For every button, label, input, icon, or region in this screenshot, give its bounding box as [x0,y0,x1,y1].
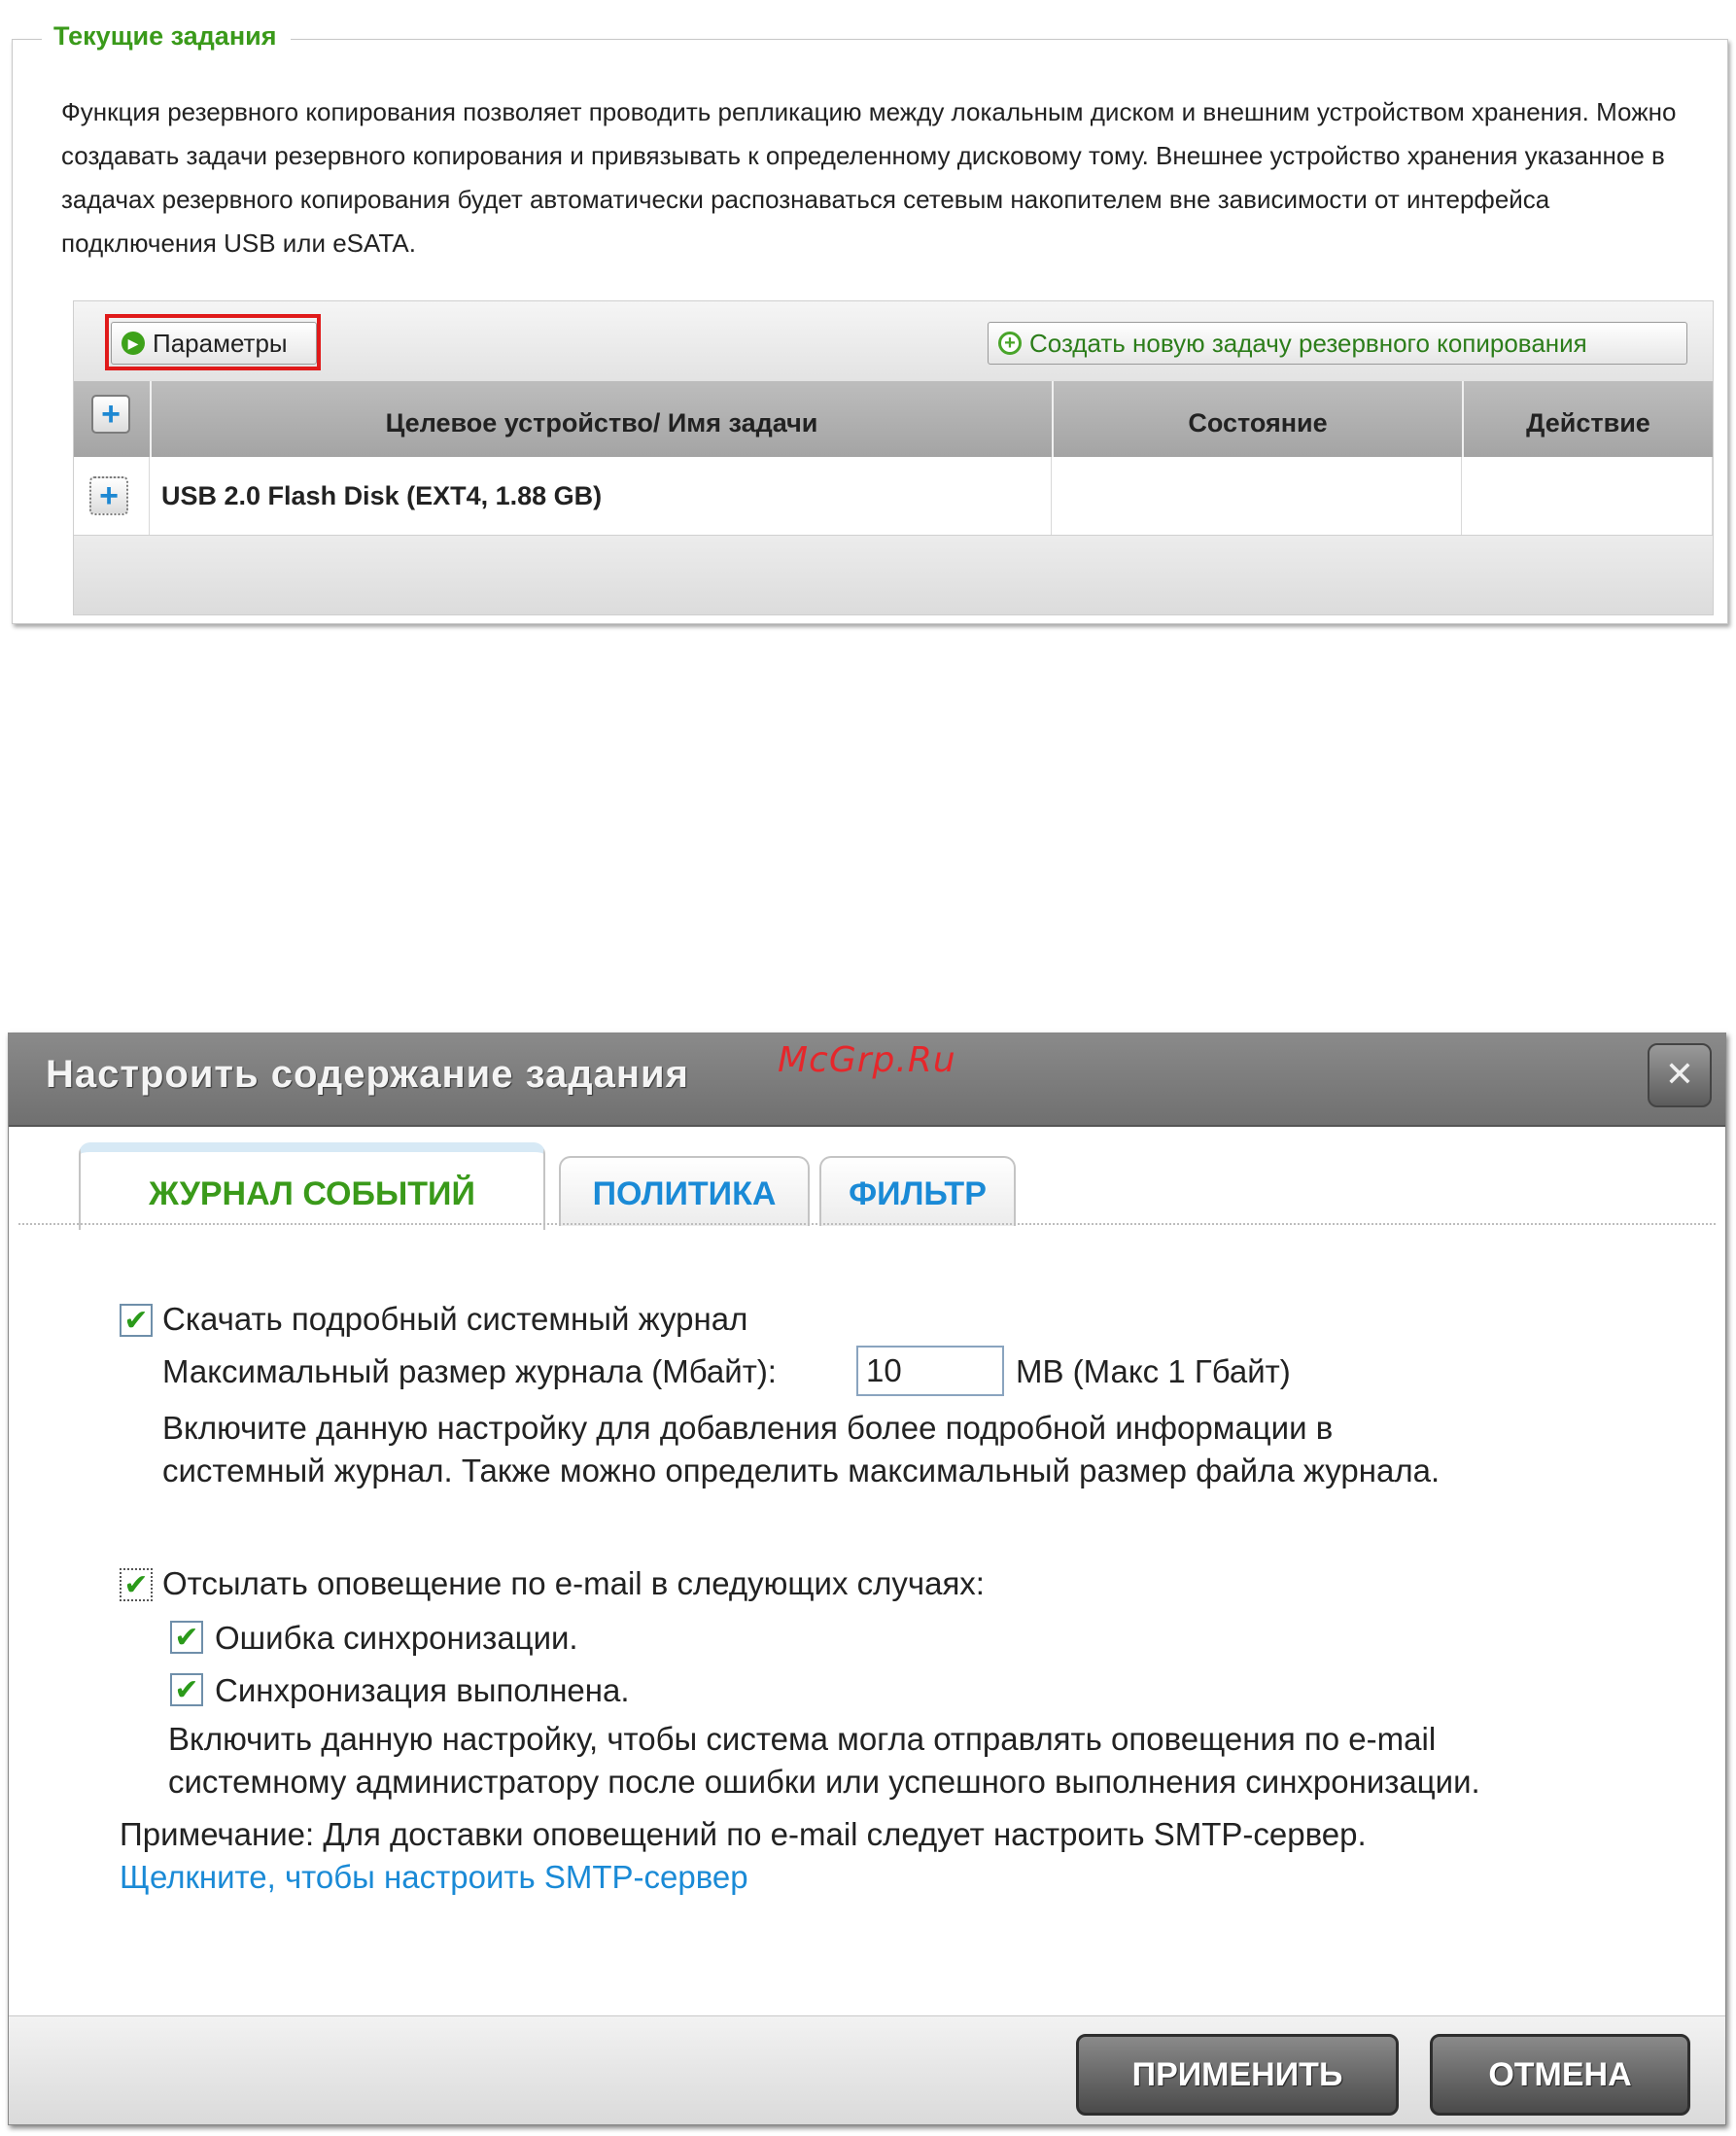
row-expand-cell: + [74,457,150,535]
task-settings-dialog: Настроить содержание задания ✕ ЖУРНАЛ СО… [8,1033,1726,2125]
email-help-line-1: Включить данную настройку, чтобы система… [168,1721,1437,1757]
sync-error-checkbox[interactable]: ✔ [170,1621,203,1654]
row-target-cell: USB 2.0 Flash Disk (EXT4, 1.88 GB) [150,457,1052,535]
table-row[interactable]: + USB 2.0 Flash Disk (EXT4, 1.88 GB) [74,457,1713,536]
max-size-label: Максимальный размер журнала (Мбайт): [162,1353,777,1389]
log-help-line-2: системный журнал. Также можно определить… [162,1453,1441,1488]
smtp-note: Примечание: Для доставки оповещений по e… [120,1816,1367,1852]
column-header-target[interactable]: Целевое устройство/ Имя задачи [150,381,1052,457]
download-log-label: Скачать подробный системный журнал [162,1301,748,1337]
expand-all-cell: + [74,381,150,457]
dialog-title: Настроить содержание задания [46,1053,689,1096]
parameters-highlight-box [105,314,321,370]
apply-button[interactable]: ПРИМЕНИТЬ [1076,2034,1399,2116]
panel-description: Функция резервного копирования позволяет… [61,97,1677,258]
checkmark-icon: ✔ [123,1568,149,1601]
expand-all-plus-icon[interactable]: + [91,395,130,434]
download-log-checkbox[interactable]: ✔ [120,1304,153,1337]
current-tasks-panel: Текущие задания Функция резервного копир… [12,18,1728,624]
close-icon[interactable]: ✕ [1648,1043,1712,1107]
expand-row-plus-icon[interactable]: + [89,476,128,515]
sync-done-label: Синхронизация выполнена. [215,1672,630,1708]
smtp-settings-link[interactable]: Щелкните, чтобы настроить SMTP-сервер [120,1856,748,1899]
checkmark-icon: ✔ [123,1304,149,1337]
max-size-input[interactable] [856,1346,1004,1396]
dialog-footer: ПРИМЕНИТЬ ОТМЕНА [9,2015,1725,2124]
panel-legend: Текущие задания [42,18,291,53]
grid-footer [74,536,1713,614]
log-help-line-1: Включите данную настройку для добавления… [162,1410,1334,1446]
email-notify-checkbox[interactable]: ✔ [120,1568,153,1601]
grid-toolbar: ▶ Параметры + Создать новую задачу резер… [74,301,1713,381]
row-action-cell [1462,457,1713,535]
tab-event-log[interactable]: ЖУРНАЛ СОБЫТИЙ [79,1142,545,1230]
checkmark-icon: ✔ [174,1673,199,1706]
watermark-text: McGrp.Ru [778,1040,956,1080]
create-backup-task-button[interactable]: + Создать новую задачу резервного копиро… [988,322,1687,365]
email-help-line-2: системному администратору после ошибки и… [168,1764,1480,1800]
row-state-cell [1052,457,1462,535]
add-circle-icon: + [998,332,1022,355]
cancel-button[interactable]: ОТМЕНА [1430,2034,1690,2116]
column-header-action[interactable]: Действие [1462,381,1713,457]
grid-header: + Целевое устройство/ Имя задачи Состоян… [74,381,1713,457]
tab-filter[interactable]: ФИЛЬТР [819,1156,1016,1226]
checkmark-icon: ✔ [174,1621,199,1654]
column-header-state[interactable]: Состояние [1052,381,1462,457]
sync-error-label: Ошибка синхронизации. [215,1620,578,1656]
backup-tasks-grid: ▶ Параметры + Создать новую задачу резер… [73,300,1714,615]
tabs-divider [18,1223,1716,1225]
email-notify-label: Отсылать оповещение по e-mail в следующи… [162,1565,985,1601]
tab-policy[interactable]: ПОЛИТИКА [559,1156,810,1226]
sync-done-checkbox[interactable]: ✔ [170,1673,203,1706]
create-backup-task-label: Создать новую задачу резервного копирова… [1029,329,1587,358]
max-size-suffix: MB (Макс 1 Гбайт) [1016,1353,1291,1389]
